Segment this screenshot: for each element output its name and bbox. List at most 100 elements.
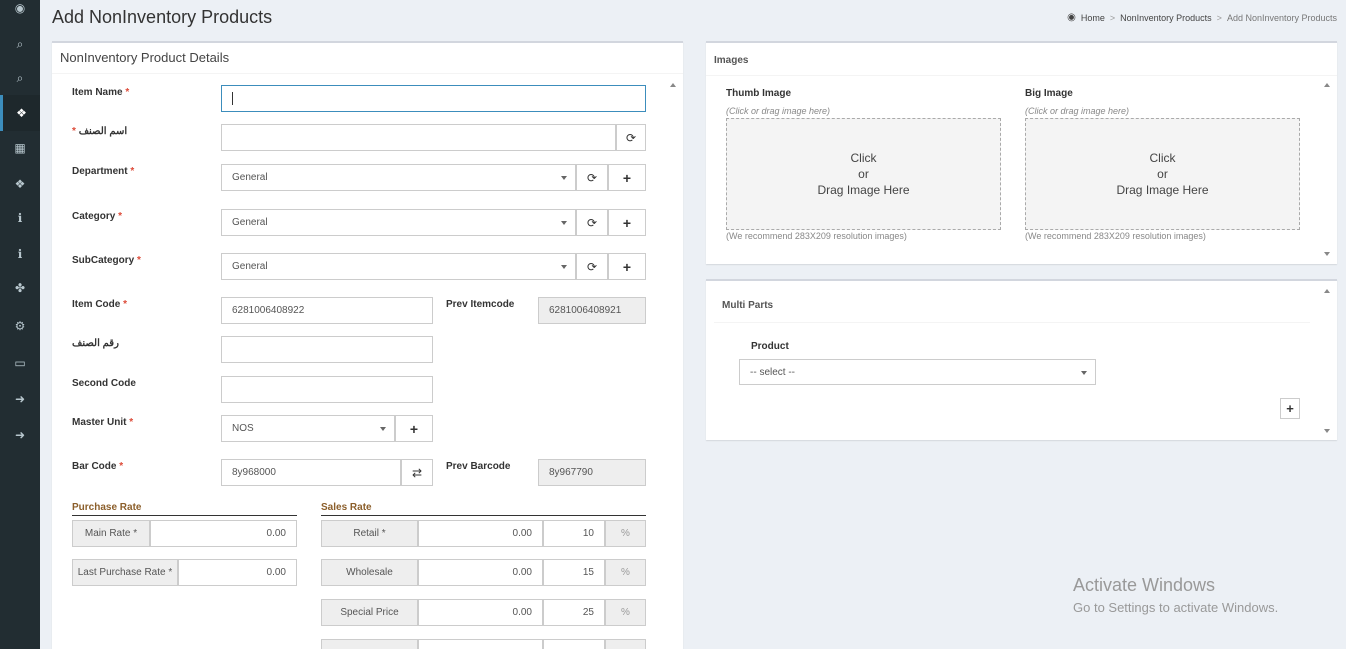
page-title: Add NonInventory Products (52, 7, 273, 27)
arabic-code-input[interactable] (221, 336, 433, 363)
sales-row-percent-input[interactable] (543, 639, 605, 649)
breadcrumb-separator: > (1109, 12, 1116, 23)
plus-icon: + (409, 420, 419, 437)
dashboard-icon[interactable]: ◉ (0, 0, 40, 26)
sign-out-icon[interactable]: ➜ (0, 381, 40, 417)
breadcrumb-home[interactable]: Home (1081, 13, 1105, 23)
barcode-generate-button[interactable]: ⇄ (401, 459, 433, 486)
add-part-button[interactable]: + (1280, 398, 1300, 419)
sales-row-input[interactable] (418, 639, 543, 649)
master-unit-select[interactable]: NOS (221, 415, 395, 442)
category-add-button[interactable]: + (608, 209, 646, 236)
product-label: Product (751, 341, 789, 352)
thumb-image-dropzone[interactable]: Click or Drag Image Here (726, 118, 1001, 230)
scroll-down-icon[interactable] (1324, 252, 1330, 256)
percent-addon: % (605, 599, 646, 626)
subcategory-select[interactable]: General (221, 253, 576, 280)
breadcrumb: ◉ Home > NonInventory Products > Add Non… (1067, 12, 1337, 23)
laptop-icon[interactable]: ▭ (0, 345, 40, 381)
chevron-down-icon (561, 176, 567, 180)
retail-label: Retail * (321, 520, 418, 547)
wholesale-percent-input[interactable]: 15 (543, 559, 605, 586)
department-label: Department * (72, 166, 135, 177)
prev-barcode-label: Prev Barcode (446, 461, 511, 472)
item-name-input[interactable] (221, 85, 646, 112)
dropzone-text: or (858, 167, 869, 181)
details-title: NonInventory Product Details (52, 43, 683, 74)
big-image-label: Big Image (1025, 88, 1073, 99)
product-select[interactable]: -- select -- (739, 359, 1096, 385)
arabic-name-input[interactable] (221, 124, 616, 151)
activate-windows-title: Activate Windows (1073, 575, 1216, 595)
special-price-rate-input[interactable]: 0.00 (418, 599, 543, 626)
arabic-code-label: رقم الصنف (72, 338, 119, 349)
main-rate-input[interactable]: 0.00 (150, 520, 297, 547)
refresh-icon: ⟳ (625, 130, 637, 145)
subcategory-refresh-button[interactable]: ⟳ (576, 253, 608, 280)
scroll-up-icon[interactable] (1324, 289, 1330, 293)
scroll-up-icon[interactable] (1324, 83, 1330, 87)
images-box: Images Thumb Image (Click or drag image … (706, 41, 1337, 264)
scroll-down-icon[interactable] (1324, 429, 1330, 433)
cogs-icon[interactable]: ⚙ (0, 308, 40, 344)
special-price-label: Special Price (321, 599, 418, 626)
second-code-input[interactable] (221, 376, 433, 403)
category-select[interactable]: General (221, 209, 576, 236)
prev-itemcode-field: 6281006408921 (538, 297, 646, 324)
percent-addon: % (605, 520, 646, 547)
wholesale-rate-input[interactable]: 0.00 (418, 559, 543, 586)
master-unit-add-button[interactable]: + (395, 415, 433, 442)
cubes-icon[interactable]: ❖ (0, 166, 40, 202)
prev-barcode-field: 8y967790 (538, 459, 646, 486)
refresh-icon: ⟳ (586, 215, 598, 230)
refresh-button[interactable]: ⟳ (616, 124, 646, 151)
breadcrumb-section[interactable]: NonInventory Products (1120, 13, 1212, 23)
subcategory-label: SubCategory * (72, 255, 141, 266)
swap-icon: ⇄ (411, 465, 423, 480)
search-icon[interactable]: ⌕ (0, 26, 40, 62)
dropzone-text: Drag Image Here (1116, 183, 1209, 197)
plus-icon: + (622, 169, 632, 186)
cubes-icon[interactable]: ❖ (0, 95, 40, 131)
percent-addon (605, 639, 646, 649)
search-icon[interactable]: ⌕ (0, 60, 40, 96)
info-icon[interactable]: ℹ (0, 236, 40, 272)
dropzone-text: Drag Image Here (817, 183, 910, 197)
bar-code-input[interactable]: 8y968000 (221, 459, 401, 486)
info-icon[interactable]: ℹ (0, 200, 40, 236)
arabic-name-label: * اسم الصنف (72, 126, 128, 137)
puzzle-icon[interactable]: ✤ (0, 270, 40, 306)
main-rate-label: Main Rate * (72, 520, 150, 547)
retail-rate-input[interactable]: 0.00 (418, 520, 543, 547)
plus-icon: + (622, 258, 632, 275)
special-price-percent-input[interactable]: 25 (543, 599, 605, 626)
chevron-down-icon (380, 427, 386, 431)
chevron-down-icon (561, 221, 567, 225)
multi-parts-box: Multi Parts Product -- select -- + (706, 279, 1337, 440)
purchase-rate-heading: Purchase Rate (72, 502, 297, 516)
sales-row-label (321, 639, 418, 649)
refresh-icon: ⟳ (586, 259, 598, 274)
department-refresh-button[interactable]: ⟳ (576, 164, 608, 191)
retail-percent-input[interactable]: 10 (543, 520, 605, 547)
bar-code-label: Bar Code * (72, 461, 124, 472)
scroll-up-icon[interactable] (670, 83, 676, 87)
second-code-label: Second Code (72, 378, 136, 389)
dashboard-icon: ◉ (1067, 12, 1076, 23)
plus-icon: + (622, 214, 632, 231)
department-select[interactable]: General (221, 164, 576, 191)
subcategory-add-button[interactable]: + (608, 253, 646, 280)
category-refresh-button[interactable]: ⟳ (576, 209, 608, 236)
dropzone-text: or (1157, 167, 1168, 181)
calculator-icon[interactable]: ▦ (0, 130, 40, 166)
dropzone-text: Click (1149, 151, 1176, 165)
product-details-box: NonInventory Product Details Item Name *… (52, 41, 683, 649)
item-code-input[interactable]: 6281006408922 (221, 297, 433, 324)
item-name-label: Item Name * (72, 87, 130, 98)
sales-rate-heading: Sales Rate (321, 502, 646, 516)
last-purchase-rate-input[interactable]: 0.00 (178, 559, 297, 586)
big-image-dropzone[interactable]: Click or Drag Image Here (1025, 118, 1300, 230)
department-add-button[interactable]: + (608, 164, 646, 191)
last-purchase-rate-label: Last Purchase Rate * (72, 559, 178, 586)
sign-out-icon[interactable]: ➜ (0, 417, 40, 453)
